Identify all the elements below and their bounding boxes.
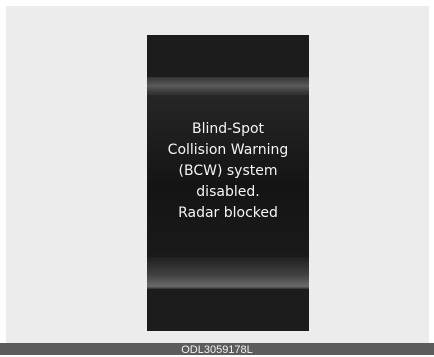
- warning-line: disabled.: [196, 184, 260, 200]
- warning-line: (BCW) system: [178, 163, 278, 179]
- warning-line: Blind-Spot: [191, 121, 265, 137]
- figure-frame: Blind-Spot Collision Warning (BCW) syste…: [6, 6, 429, 343]
- warning-message: Blind-Spot Collision Warning (BCW) syste…: [147, 119, 309, 224]
- display-top-band: [147, 77, 309, 97]
- figure-caption-bar: ODL3059178L: [0, 343, 434, 356]
- cluster-display: Blind-Spot Collision Warning (BCW) syste…: [147, 35, 309, 331]
- warning-line: Collision Warning: [167, 142, 289, 158]
- display-bottom-band: [147, 257, 309, 289]
- warning-line: Radar blocked: [178, 205, 278, 221]
